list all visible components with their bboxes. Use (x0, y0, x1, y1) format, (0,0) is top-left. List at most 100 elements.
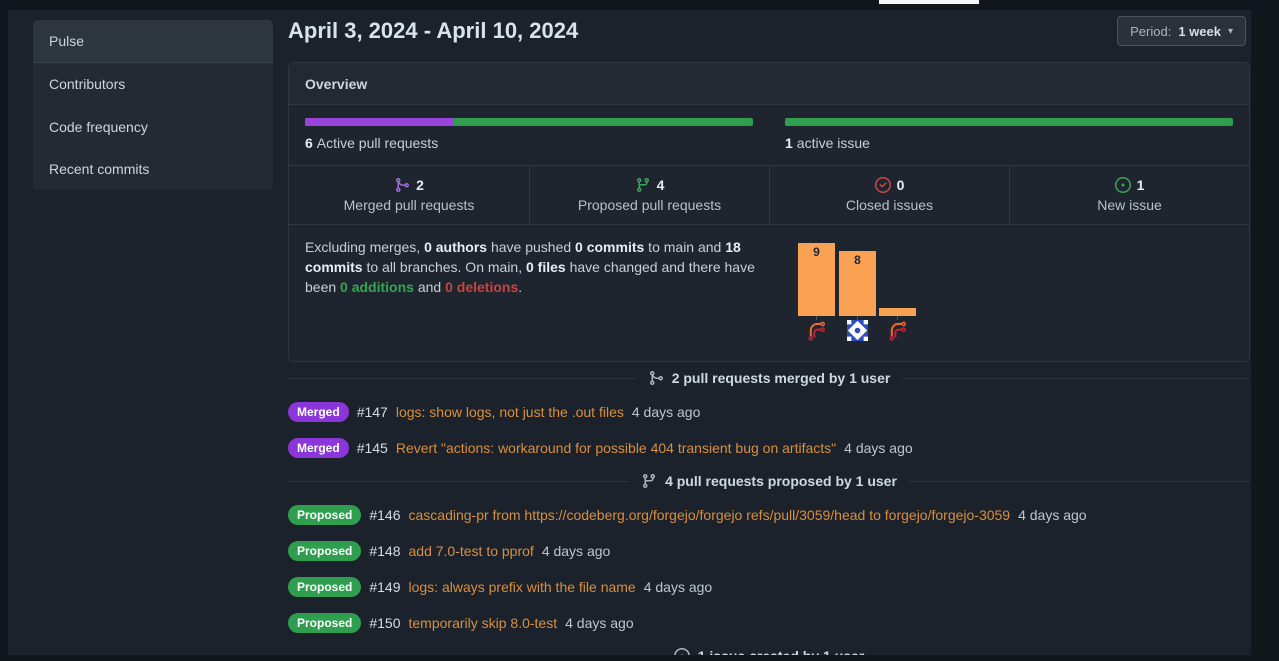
section-header-issues: 1 issue created by 1 user (288, 648, 1250, 655)
issue-progress-cell: 1active issue (769, 105, 1249, 165)
pr-title-link[interactable]: temporarily skip 8.0-test (409, 615, 558, 631)
chevron-down-icon: ▾ (1228, 26, 1233, 37)
stat-label: Proposed pull requests (578, 197, 721, 213)
sidebar-item-pulse[interactable]: Pulse (33, 20, 273, 63)
pr-time: 4 days ago (844, 440, 913, 456)
pr-number: #146 (369, 507, 400, 523)
commits-per-user-chart: 9 8 1 (781, 225, 1249, 360)
pr-time: 4 days ago (1018, 507, 1087, 523)
stat-closed-issues[interactable]: 0 Closed issues (769, 166, 1009, 224)
git-branch-icon (635, 177, 651, 193)
activity-summary: Excluding merges, 0 authors have pushed … (289, 225, 781, 360)
pr-list-item: Proposed #146 cascading-pr from https://… (288, 504, 1250, 525)
pr-number: #148 (369, 543, 400, 559)
sidebar-item-label: Contributors (49, 76, 125, 92)
overview-bottom-row: Excluding merges, 0 authors have pushed … (289, 225, 1249, 360)
activity-sidebar: Pulse Contributors Code frequency Recent… (33, 20, 273, 190)
pr-time: 4 days ago (542, 543, 611, 559)
activity-list: 2 pull requests merged by 1 user Merged … (288, 362, 1250, 655)
section-header-proposed: 4 pull requests proposed by 1 user (288, 473, 1250, 489)
sidebar-item-recent-commits[interactable]: Recent commits (33, 148, 273, 190)
pr-time: 4 days ago (632, 404, 701, 420)
stat-proposed-prs[interactable]: 4 Proposed pull requests (529, 166, 769, 224)
pr-time: 4 days ago (565, 615, 634, 631)
section-header-merged: 2 pull requests merged by 1 user (288, 370, 1250, 386)
stats-row: 2 Merged pull requests 4 Proposed pull r… (289, 165, 1249, 225)
issue-open-icon (1115, 177, 1131, 193)
divider (909, 481, 1250, 482)
stat-label: New issue (1097, 197, 1162, 213)
chart-bar-value: 9 (798, 245, 835, 259)
section-title: 2 pull requests merged by 1 user (672, 370, 891, 386)
active-issue-text: active issue (797, 135, 870, 151)
chart-bar: 8 (839, 251, 876, 316)
pr-title-link[interactable]: logs: always prefix with the file name (409, 579, 636, 595)
pr-time: 4 days ago (644, 579, 713, 595)
pr-progress-cell: 6Active pull requests (289, 105, 769, 165)
issue-closed-icon (875, 177, 891, 193)
overview-title: Overview (305, 76, 367, 92)
sidebar-item-label: Pulse (49, 33, 84, 49)
pr-title-link[interactable]: cascading-pr from https://codeberg.org/f… (409, 507, 1011, 523)
pulse-page: Pulse Contributors Code frequency Recent… (8, 10, 1251, 655)
divider (288, 481, 629, 482)
sidebar-item-code-frequency[interactable]: Code frequency (33, 106, 273, 148)
overview-panel: Overview 6Active pull requests 1active i… (288, 62, 1250, 362)
stat-count: 0 (897, 177, 905, 193)
chart-bar: 1 (879, 308, 916, 316)
stat-count: 1 (1137, 177, 1145, 193)
status-badge: Proposed (288, 577, 361, 597)
pr-list-item: Proposed #150 temporarily skip 8.0-test … (288, 612, 1250, 633)
section-title: 1 issue created by 1 user (698, 648, 865, 655)
pr-number: #147 (357, 404, 388, 420)
stat-count: 2 (416, 177, 424, 193)
pr-list-item: Merged #145 Revert "actions: workaround … (288, 437, 1250, 458)
progress-bars-row: 6Active pull requests 1active issue (289, 105, 1249, 165)
pr-title-link[interactable]: logs: show logs, not just the .out files (396, 404, 624, 420)
user-avatar-forgejo[interactable] (806, 320, 827, 341)
stat-label: Closed issues (846, 197, 933, 213)
pr-list-item: Proposed #149 logs: always prefix with t… (288, 576, 1250, 597)
git-merge-icon (394, 177, 410, 193)
issue-progress-label: 1active issue (785, 135, 1233, 151)
chart-bar-value: 8 (839, 253, 876, 267)
active-tab-underline[interactable] (879, 0, 979, 4)
pr-title-link[interactable]: add 7.0-test to pprof (409, 543, 534, 559)
pr-number: #150 (369, 615, 400, 631)
period-value: 1 week (1178, 24, 1221, 39)
stat-label: Merged pull requests (344, 197, 475, 213)
pr-number: #149 (369, 579, 400, 595)
pr-list-item: Proposed #148 add 7.0-test to pprof 4 da… (288, 540, 1250, 561)
status-badge: Proposed (288, 541, 361, 561)
page-title: April 3, 2024 - April 10, 2024 (288, 18, 578, 44)
period-dropdown-button[interactable]: Period: 1 week ▾ (1117, 16, 1246, 46)
active-issue-count: 1 (785, 135, 793, 151)
active-pr-count: 6 (305, 135, 313, 151)
pr-progress-label: 6Active pull requests (305, 135, 753, 151)
git-branch-icon (641, 473, 657, 489)
active-pr-text: Active pull requests (317, 135, 438, 151)
sidebar-item-label: Code frequency (49, 119, 148, 135)
status-badge: Merged (288, 402, 349, 422)
sidebar-item-label: Recent commits (49, 161, 149, 177)
sidebar-item-contributors[interactable]: Contributors (33, 63, 273, 105)
stat-count: 4 (657, 177, 665, 193)
issue-open-icon (674, 648, 690, 655)
chart-bar: 9 (798, 243, 835, 316)
pr-title-link[interactable]: Revert "actions: workaround for possible… (396, 440, 836, 456)
divider (902, 378, 1250, 379)
user-avatar-forgejo[interactable] (887, 320, 908, 341)
additions-count: 0 additions (340, 279, 414, 295)
stat-new-issues[interactable]: 1 New issue (1009, 166, 1249, 224)
pr-number: #145 (357, 440, 388, 456)
stat-merged-prs[interactable]: 2 Merged pull requests (289, 166, 529, 224)
pr-progress-merged (305, 118, 454, 126)
deletions-count: 0 deletions (445, 279, 518, 295)
git-merge-icon (648, 370, 664, 386)
user-avatar-identicon[interactable] (847, 320, 868, 341)
divider (288, 378, 636, 379)
status-badge: Proposed (288, 505, 361, 525)
overview-header: Overview (289, 63, 1249, 105)
period-label: Period: (1130, 24, 1171, 39)
chart-bar-value: 1 (879, 292, 916, 306)
